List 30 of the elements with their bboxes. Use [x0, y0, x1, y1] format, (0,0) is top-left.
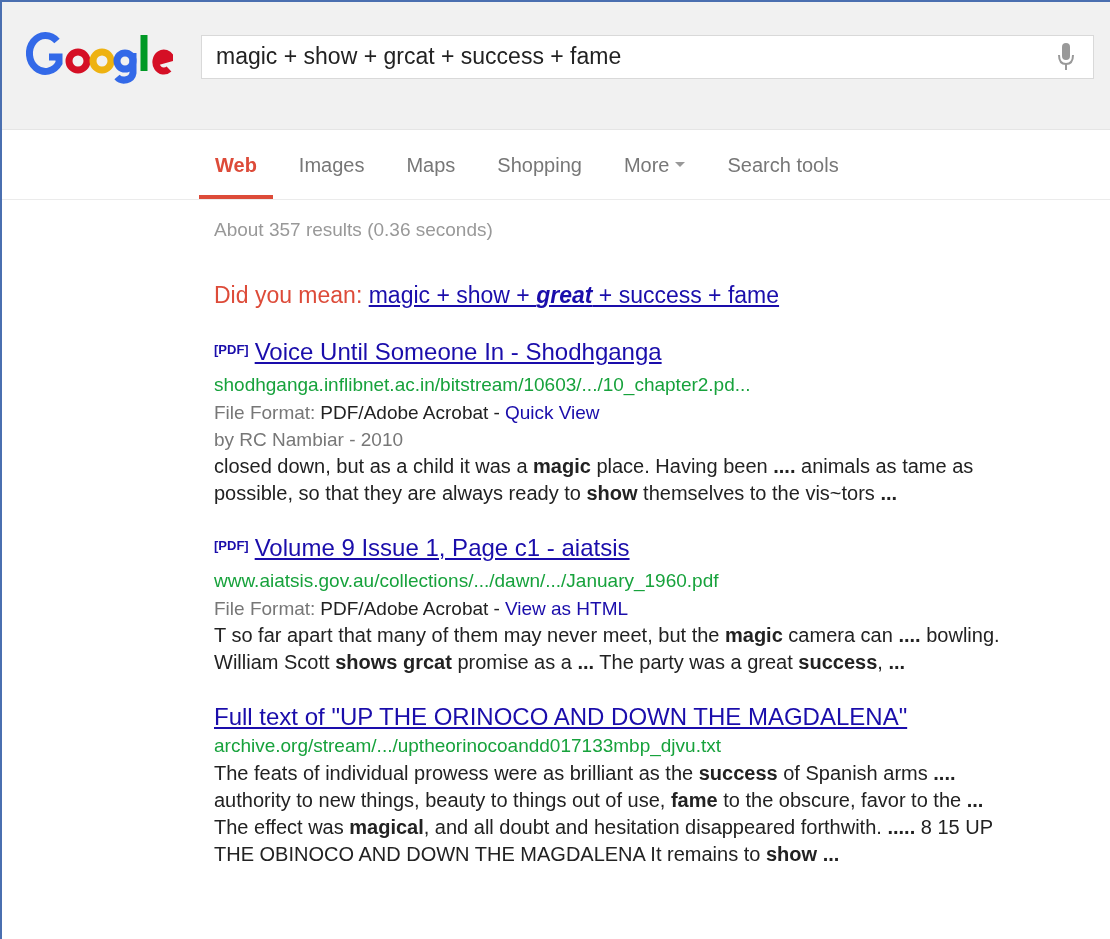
file-format-value: PDF/Adobe Acrobat -	[320, 401, 500, 425]
result-snippet: T so far apart that many of them may never meet, but the magic camera can .... bowling. William Scott shows grcat promise as a ... The party was a great success, ...	[214, 623, 1001, 675]
result-url: www.aiatsis.gov.au/collections/.../dawn/.../January_1960.pdf	[214, 569, 719, 594]
result-title-link[interactable]: Voice Until Someone In - Shodhganga	[254, 337, 662, 367]
microphone-icon[interactable]	[1057, 42, 1075, 71]
pdf-label: [PDF]	[214, 537, 249, 555]
result-title-link[interactable]: Full text of "UP THE ORINOCO AND DOWN THE MAGDALENA"	[214, 702, 908, 732]
view-link[interactable]: View as HTML	[504, 595, 629, 622]
result-snippet: The feats of individual prowess were as brilliant as the success of Spanish arms .... authority to new things, beauty to things out of use, fame to the obscure, favor to the ... The effect was magical, and all doubt and hesitation disappeared forthwith. ..... 8 15 UP THE OBINOCO AND DOWN THE MAGDALENA It remains to show ...	[214, 761, 994, 867]
search-field[interactable]: magic + show + grcat + success + fame	[201, 34, 1094, 79]
result-byline: by RC Nambiar - 2010	[214, 428, 404, 452]
result-url: shodhganga.inflibnet.ac.in/bitstream/10603/.../10_chapter2.pd...	[214, 373, 751, 398]
nav-tab[interactable]: More	[607, 130, 702, 199]
result-url: archive.org/stream/.../uptheorinocoandd017133mbp_djvu.txt	[214, 734, 721, 759]
search-query: magic + show + grcat + success + fame	[216, 42, 623, 72]
nav-tab[interactable]: Shopping	[481, 130, 598, 199]
view-link[interactable]: Quick View	[504, 399, 600, 426]
file-format-label: File Format:	[214, 401, 316, 425]
result-stats: About 357 results (0.36 seconds)	[214, 218, 494, 242]
result-snippet: closed down, but as a child it was a magic place. Having been .... animals as tame as possible, so that they are always ready to show themselves to the vis~tors ...	[214, 454, 975, 506]
nav-tab[interactable]: Images	[282, 130, 381, 199]
nav-tab[interactable]: Search tools	[711, 130, 855, 199]
nav-tab[interactable]: Maps	[390, 130, 472, 199]
did-you-mean-label: Did you mean:	[214, 282, 363, 308]
pdf-label: [PDF]	[214, 341, 249, 359]
spelling-suggestion-link[interactable]: magic + show + great + success + fame	[368, 282, 780, 308]
result-title-link[interactable]: Volume 9 Issue 1, Page c1 - aiatsis	[254, 533, 630, 563]
file-format-label: File Format:	[214, 597, 316, 621]
nav-tab[interactable]: Web	[199, 130, 273, 199]
file-format-value: PDF/Adobe Acrobat -	[320, 597, 500, 621]
